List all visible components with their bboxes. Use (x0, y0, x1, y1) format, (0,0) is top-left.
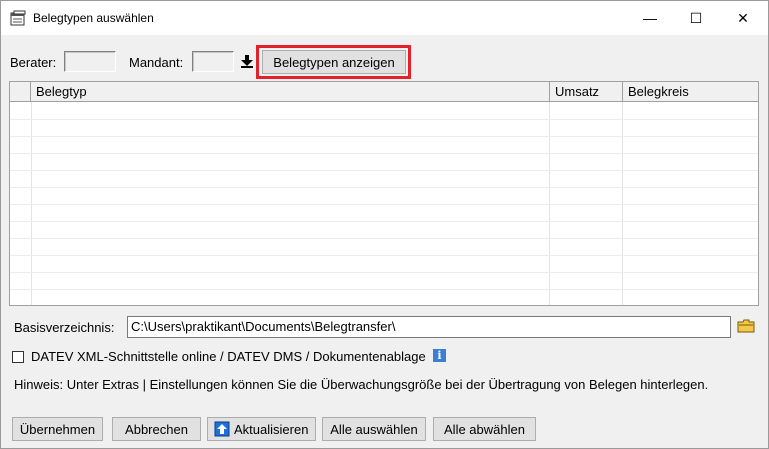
mandant-field[interactable] (192, 51, 234, 72)
grid-line (10, 119, 758, 120)
grid-line (10, 272, 758, 273)
title-bar[interactable]: Belegtypen auswählen — ☐ ✕ (1, 1, 768, 35)
grid-line (10, 289, 758, 290)
grid-line (10, 238, 758, 239)
folder-icon (737, 319, 755, 336)
berater-label: Berater: (10, 55, 57, 70)
dialog-window: Belegtypen auswählen — ☐ ✕ Berater: Mand… (0, 0, 769, 449)
basis-label: Basisverzeichnis: (14, 320, 115, 335)
grid-line (10, 187, 758, 188)
grid-line (10, 153, 758, 154)
grid-line (10, 204, 758, 205)
column-header-belegtyp[interactable]: Belegtyp (31, 82, 550, 101)
browse-folder-button[interactable] (734, 317, 758, 338)
refresh-icon (214, 421, 230, 437)
highlight-frame (256, 45, 411, 79)
grid-line (10, 170, 758, 171)
accept-button[interactable]: Übernehmen (12, 417, 103, 441)
grid-line (10, 136, 758, 137)
basis-path-input[interactable]: C:\Users\praktikant\Documents\Belegtrans… (127, 316, 731, 338)
column-header-umsatz[interactable]: Umsatz (550, 82, 623, 101)
select-all-button[interactable]: Alle auswählen (322, 417, 426, 441)
berater-field[interactable] (64, 51, 116, 72)
minimize-button[interactable]: — (627, 1, 673, 35)
row-header-corner (10, 82, 31, 101)
table-header: Belegtyp Umsatz Belegkreis (10, 82, 758, 102)
deselect-all-button[interactable]: Alle abwählen (433, 417, 536, 441)
grid-line (10, 221, 758, 222)
app-window-icon (10, 10, 26, 26)
maximize-button[interactable]: ☐ (673, 1, 719, 35)
refresh-button[interactable]: Aktualisieren (207, 417, 316, 441)
mandant-download-button[interactable] (237, 52, 257, 72)
info-icon[interactable]: i (433, 349, 446, 362)
close-button[interactable]: ✕ (720, 1, 766, 35)
datev-xml-checkbox[interactable] (12, 351, 24, 363)
grid-line (10, 255, 758, 256)
mandant-label: Mandant: (129, 55, 184, 70)
belegtyp-table[interactable]: Belegtyp Umsatz Belegkreis (9, 81, 759, 306)
cancel-button[interactable]: Abbrechen (112, 417, 201, 441)
window-title: Belegtypen auswählen (33, 11, 154, 25)
column-header-belegkreis[interactable]: Belegkreis (623, 82, 758, 101)
refresh-label: Aktualisieren (234, 421, 309, 437)
download-arrow-icon (240, 54, 254, 71)
hint-text: Hinweis: Unter Extras | Einstellungen kö… (14, 377, 709, 392)
datev-xml-label[interactable]: DATEV XML-Schnittstelle online / DATEV D… (31, 349, 426, 364)
